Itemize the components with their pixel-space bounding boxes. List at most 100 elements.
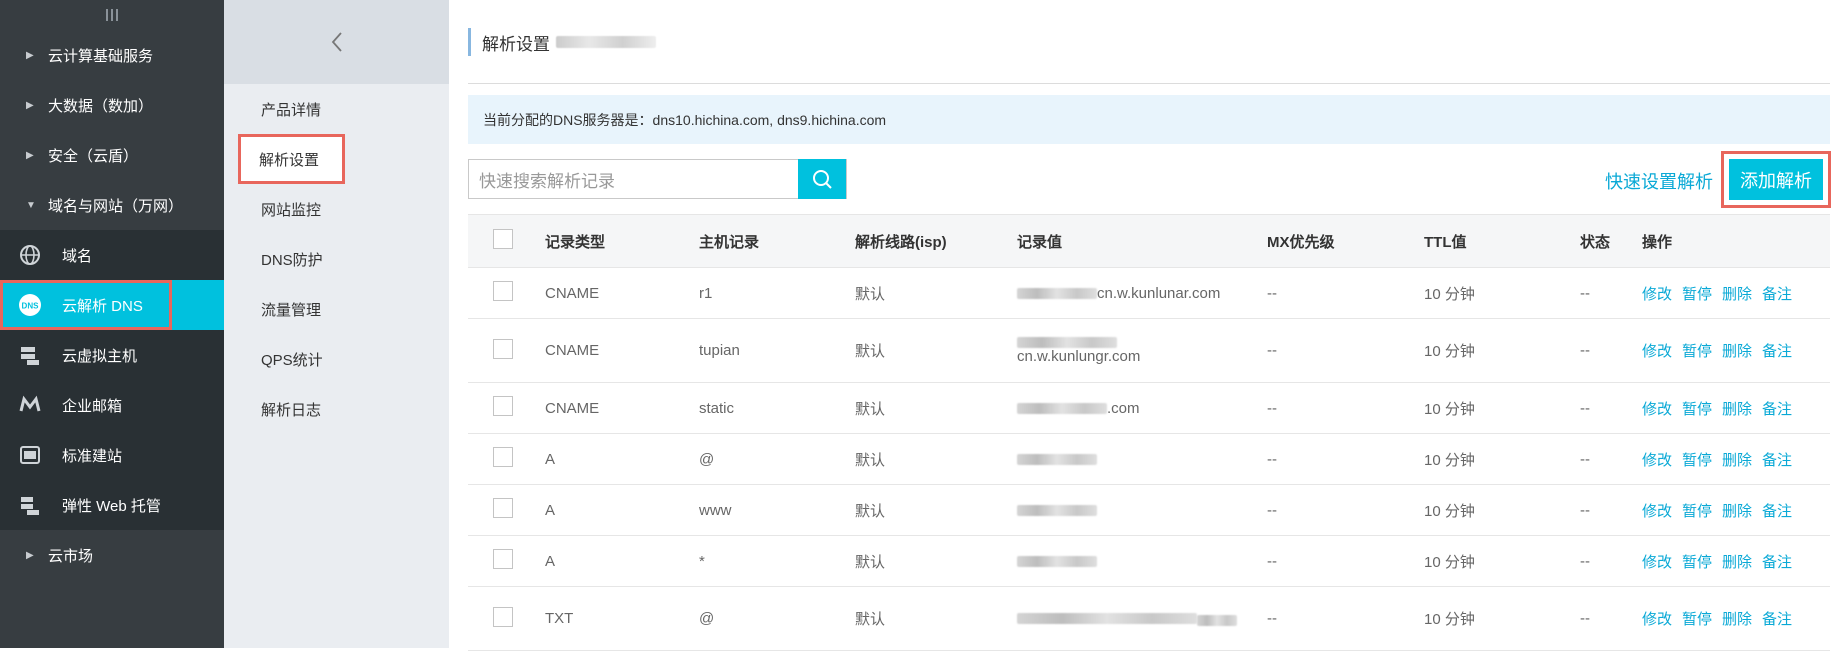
nav-group-marketplace[interactable]: ▶ 云市场: [0, 530, 224, 580]
sub-item-site-monitor[interactable]: 网站监控: [224, 184, 449, 234]
th-mx: MX优先级: [1267, 214, 1424, 268]
back-button[interactable]: [224, 0, 449, 84]
nav-item-domain[interactable]: 域名: [0, 230, 224, 280]
status: --: [1580, 484, 1642, 536]
table-row: CNAME r1 默认 cn.w.kunlunar.com -- 10 分钟 -- 修改 暂停删…: [468, 267, 1830, 319]
row-ops: 修改 暂停 删除 备注: [1642, 535, 1830, 587]
row-checkbox[interactable]: [493, 338, 513, 359]
pause-link[interactable]: 暂停: [1682, 343, 1712, 360]
add-record-button[interactable]: 添加解析: [1729, 159, 1823, 200]
table-header-row: 记录类型 主机记录 解析线路(isp) 记录值 MX优先级 TTL值 状态 操作: [468, 214, 1830, 268]
sub-item-dns-protection[interactable]: DNS防护: [224, 234, 449, 284]
isp-line: 默认: [855, 382, 1017, 434]
edit-link[interactable]: 修改: [1642, 554, 1672, 571]
th-host: 主机记录: [699, 214, 855, 268]
search-button[interactable]: [798, 159, 846, 199]
record-type: A: [545, 484, 699, 536]
nav-item-dns[interactable]: DNS 云解析 DNS: [0, 280, 224, 330]
delete-link[interactable]: 删除: [1722, 343, 1752, 360]
pause-link[interactable]: 暂停: [1682, 554, 1712, 571]
sub-item-dns-settings[interactable]: 解析设置: [238, 134, 345, 184]
redacted-value: [1017, 555, 1097, 567]
nav-item-virtual-host[interactable]: 云虚拟主机: [0, 330, 224, 380]
redacted-value: [1017, 453, 1097, 465]
delete-link[interactable]: 删除: [1722, 611, 1752, 628]
divider: [468, 83, 1830, 84]
host-record: tupian: [699, 318, 855, 383]
edit-link[interactable]: 修改: [1642, 343, 1672, 360]
nav-item-label: 企业邮箱: [62, 397, 123, 415]
edit-link[interactable]: 修改: [1642, 503, 1672, 520]
note-link[interactable]: 备注: [1762, 401, 1792, 418]
row-ops: 修改 暂停 删除 备注: [1642, 586, 1830, 651]
row-ops: 修改 暂停 删除 备注: [1642, 267, 1830, 319]
mx-priority: --: [1267, 535, 1424, 587]
th-ttl: TTL值: [1424, 214, 1580, 268]
row-checkbox[interactable]: [493, 447, 513, 467]
nav-group-cloud-basic[interactable]: ▶ 云计算基础服务: [0, 30, 224, 80]
isp-line: 默认: [855, 318, 1017, 383]
nav-group-label: 安全（云盾）: [48, 147, 139, 165]
record-type: A: [545, 535, 699, 587]
menu-toggle-icon[interactable]: [0, 0, 224, 30]
sub-item-traffic[interactable]: 流量管理: [224, 284, 449, 334]
delete-link[interactable]: 删除: [1722, 503, 1752, 520]
nav-group-bigdata[interactable]: ▶ 大数据（数加）: [0, 80, 224, 130]
quick-setup-link[interactable]: 快速设置解析: [1605, 168, 1713, 194]
redacted-value: [1197, 615, 1237, 626]
edit-link[interactable]: 修改: [1642, 286, 1672, 303]
note-link[interactable]: 备注: [1762, 452, 1792, 469]
ttl: 10 分钟: [1424, 318, 1580, 383]
nav-group-security[interactable]: ▶ 安全（云盾）: [0, 130, 224, 180]
edit-link[interactable]: 修改: [1642, 452, 1672, 469]
host-record: @: [699, 433, 855, 485]
pause-link[interactable]: 暂停: [1682, 401, 1712, 418]
mx-priority: --: [1267, 586, 1424, 651]
caret-down-icon: ▼: [26, 199, 36, 211]
delete-link[interactable]: 删除: [1722, 286, 1752, 303]
record-value: cn.w.kunlunar.com: [1017, 285, 1239, 302]
nav-item-site-builder[interactable]: 标准建站: [0, 430, 224, 480]
nav-item-mail[interactable]: 企业邮箱: [0, 380, 224, 430]
nav-group-domain-website[interactable]: ▼ 域名与网站（万网）: [0, 180, 224, 230]
pause-link[interactable]: 暂停: [1682, 452, 1712, 469]
sub-item-qps[interactable]: QPS统计: [224, 334, 449, 384]
record-type: A: [545, 433, 699, 485]
note-link[interactable]: 备注: [1762, 554, 1792, 571]
sub-item-log[interactable]: 解析日志: [224, 384, 449, 434]
th-type: 记录类型: [545, 214, 699, 268]
row-checkbox[interactable]: [493, 281, 513, 301]
note-link[interactable]: 备注: [1762, 286, 1792, 303]
delete-link[interactable]: 删除: [1722, 452, 1752, 469]
note-link[interactable]: 备注: [1762, 611, 1792, 628]
sub-item-product-detail[interactable]: 产品详情: [224, 84, 449, 134]
nav-item-web-hosting[interactable]: 弹性 Web 托管: [0, 480, 224, 530]
status: --: [1580, 382, 1642, 434]
row-checkbox[interactable]: [493, 396, 513, 416]
page-title-text: 解析设置: [482, 34, 550, 54]
table-row: CNAME tupian 默认 cn.w.kunlungr.com -- 10 分钟 -- 修…: [468, 318, 1830, 383]
row-checkbox[interactable]: [493, 606, 513, 627]
record-value: [1017, 611, 1239, 626]
delete-link[interactable]: 删除: [1722, 401, 1752, 418]
select-all-checkbox[interactable]: [493, 229, 513, 249]
th-line: 解析线路(isp): [855, 214, 1017, 268]
pause-link[interactable]: 暂停: [1682, 503, 1712, 520]
redacted-value: [1017, 336, 1117, 348]
note-link[interactable]: 备注: [1762, 343, 1792, 360]
status: --: [1580, 267, 1642, 319]
record-value-suffix: .com: [1107, 399, 1140, 417]
edit-link[interactable]: 修改: [1642, 401, 1672, 418]
edit-link[interactable]: 修改: [1642, 611, 1672, 628]
status: --: [1580, 318, 1642, 383]
pause-link[interactable]: 暂停: [1682, 611, 1712, 628]
delete-link[interactable]: 删除: [1722, 554, 1752, 571]
record-value-suffix: cn.w.kunlungr.com: [1017, 347, 1141, 365]
search-input[interactable]: 快速搜索解析记录: [468, 159, 847, 199]
row-checkbox[interactable]: [493, 498, 513, 518]
table-row: A @ 默认 -- 10 分钟 -- 修改 暂停 删除 备注: [468, 433, 1830, 485]
note-link[interactable]: 备注: [1762, 503, 1792, 520]
pause-link[interactable]: 暂停: [1682, 286, 1712, 303]
chevron-left-icon: [331, 32, 342, 52]
row-checkbox[interactable]: [493, 549, 513, 569]
